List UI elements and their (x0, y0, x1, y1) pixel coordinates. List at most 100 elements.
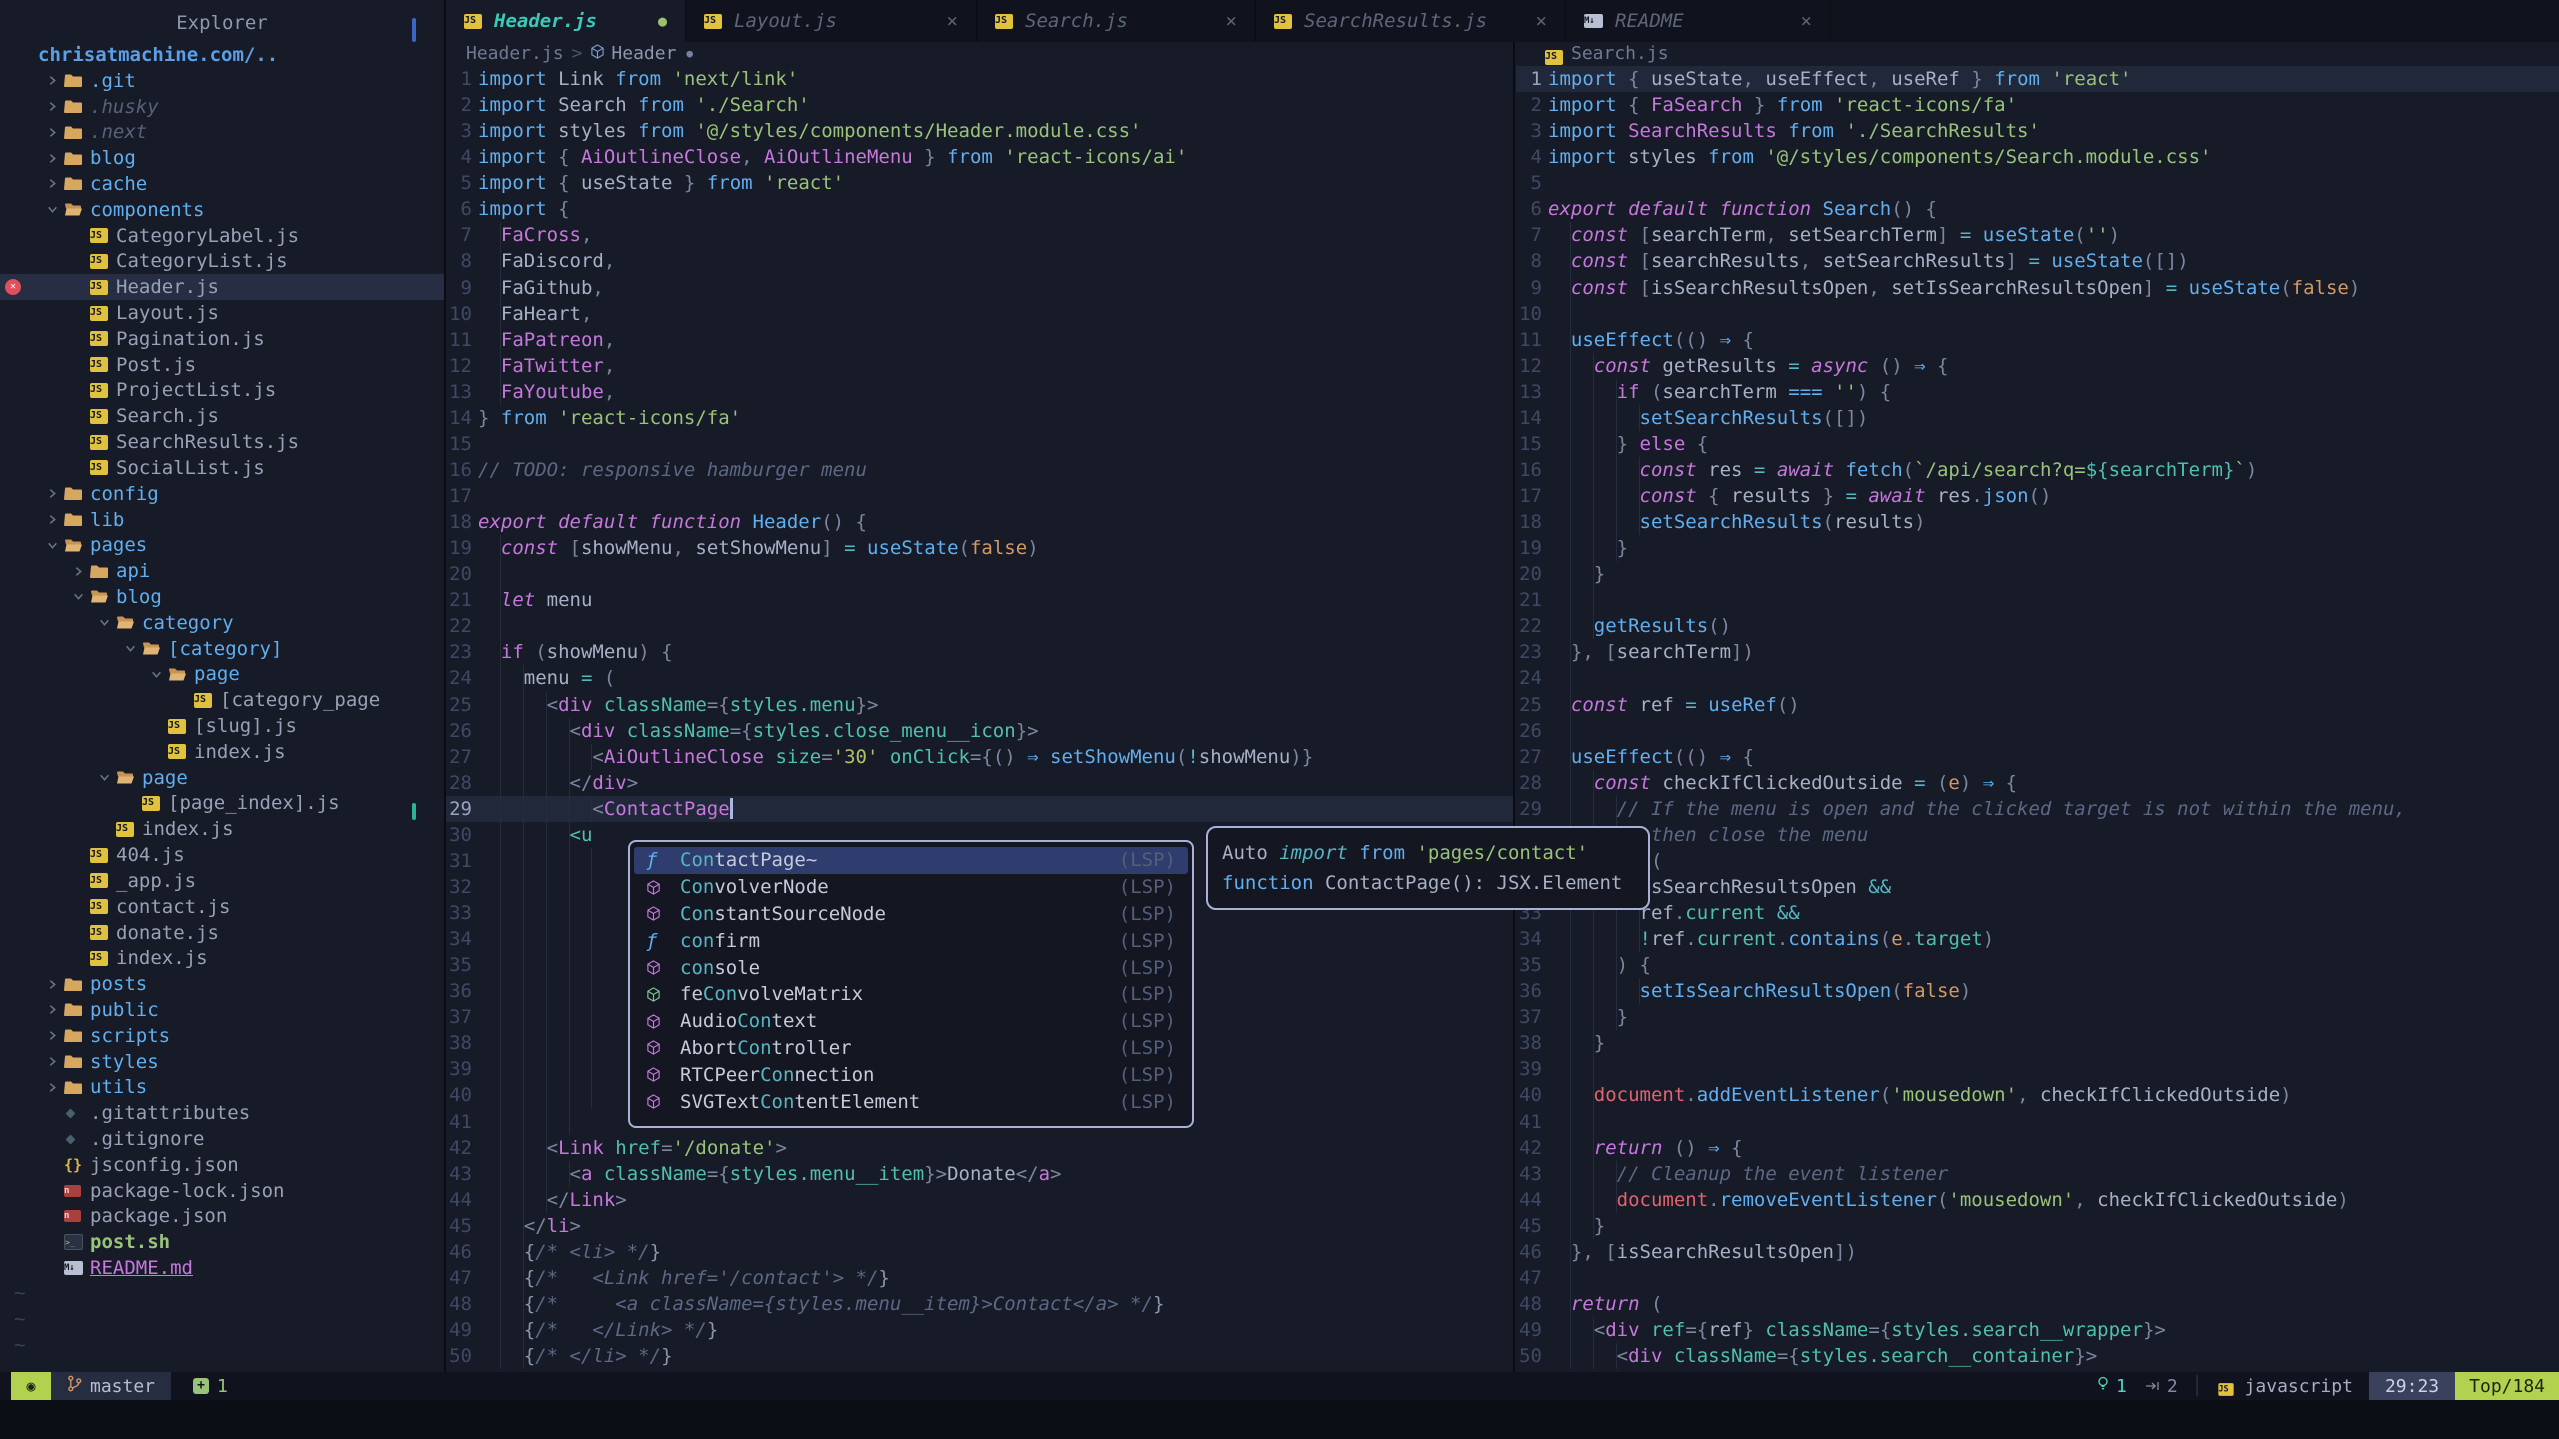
search-js-line-8[interactable]: 8 const [searchResults, setSearchResults… (1516, 248, 2559, 274)
pane-separator[interactable] (1513, 42, 1515, 1372)
header-js-line-26[interactable]: 26 <div className={styles.close_menu__ic… (446, 718, 1513, 744)
completion-item[interactable]: AbortController(LSP) (634, 1035, 1188, 1062)
editor-pane-search-js[interactable]: 1import { useState, useEffect, useRef } … (1516, 66, 2559, 1369)
search-js-line-27[interactable]: 27 useEffect(() ⇒ { (1516, 744, 2559, 770)
chevron-down-icon[interactable] (118, 643, 142, 654)
header-js-line-3[interactable]: 3import styles from '@/styles/components… (446, 118, 1513, 144)
header-js-line-4[interactable]: 4import { AiOutlineClose, AiOutlineMenu … (446, 144, 1513, 170)
search-js-line-47[interactable]: 47 (1516, 1265, 2559, 1291)
search-js-line-5[interactable]: 5 (1516, 170, 2559, 196)
header-js-line-9[interactable]: 9 FaGithub, (446, 275, 1513, 301)
tree-root-folder[interactable]: chrisatmachine.com/.. (0, 42, 444, 68)
header-js-line-5[interactable]: 5import { useState } from 'react' (446, 170, 1513, 196)
header-js-line-21[interactable]: 21 let menu (446, 587, 1513, 613)
completion-item[interactable]: feConvolveMatrix(LSP) (634, 981, 1188, 1008)
tree-item-components[interactable]: components (0, 197, 444, 223)
header-js-line-19[interactable]: 19 const [showMenu, setShowMenu] = useSt… (446, 535, 1513, 561)
search-js-line-34[interactable]: 34 !ref.current.contains(e.target) (1516, 926, 2559, 952)
search-js-line-32[interactable]: 32 isSearchResultsOpen && (1516, 874, 2559, 900)
tree-item-lib[interactable]: lib (0, 507, 444, 533)
header-js-line-1[interactable]: 1import Link from 'next/link' (446, 66, 1513, 92)
search-js-line-37[interactable]: 37 } (1516, 1004, 2559, 1030)
git-branch-segment[interactable]: master (51, 1372, 171, 1400)
search-js-line-23[interactable]: 23 }, [searchTerm]) (1516, 639, 2559, 665)
tree-item-post-sh[interactable]: >_post.sh (0, 1229, 444, 1255)
chevron-down-icon[interactable] (144, 669, 168, 680)
search-js-line-14[interactable]: 14 setSearchResults([]) (1516, 405, 2559, 431)
header-js-line-45[interactable]: 45 </li> (446, 1213, 1513, 1239)
tab-layout-js[interactable]: JSLayout.js× (686, 0, 977, 42)
chevron-down-icon[interactable] (92, 617, 116, 628)
header-js-line-27[interactable]: 27 <AiOutlineClose size='30' onClick={()… (446, 744, 1513, 770)
header-js-line-28[interactable]: 28 </div> (446, 770, 1513, 796)
tree-item-header-js[interactable]: ✕JSHeader.js (0, 274, 444, 300)
cursor-position[interactable]: 29:23 (2369, 1372, 2455, 1400)
header-js-line-42[interactable]: 42 <Link href='/donate'> (446, 1135, 1513, 1161)
search-js-line-9[interactable]: 9 const [isSearchResultsOpen, setIsSearc… (1516, 275, 2559, 301)
header-js-line-18[interactable]: 18export default function Header() { (446, 509, 1513, 535)
header-js-line-43[interactable]: 43 <a className={styles.menu__item}>Dona… (446, 1161, 1513, 1187)
header-js-line-22[interactable]: 22 (446, 613, 1513, 639)
tree-item--gitignore[interactable]: .gitignore (0, 1126, 444, 1152)
header-js-line-44[interactable]: 44 </Link> (446, 1187, 1513, 1213)
completion-item[interactable]: ƒContactPage~(LSP) (634, 847, 1188, 874)
search-js-line-44[interactable]: 44 document.removeEventListener('mousedo… (1516, 1187, 2559, 1213)
search-js-line-24[interactable]: 24 (1516, 665, 2559, 691)
tree-item-categorylabel-js[interactable]: JSCategoryLabel.js (0, 223, 444, 249)
tree-item-pages[interactable]: pages (0, 532, 444, 558)
header-js-line-24[interactable]: 24 menu = ( (446, 665, 1513, 691)
header-js-line-48[interactable]: 48 {/* <a className={styles.menu__item}>… (446, 1291, 1513, 1317)
header-js-line-49[interactable]: 49 {/* </Link> */} (446, 1317, 1513, 1343)
search-js-line-4[interactable]: 4import styles from '@/styles/components… (1516, 144, 2559, 170)
chevron-right-icon[interactable] (40, 1056, 64, 1067)
search-js-line-38[interactable]: 38 } (1516, 1030, 2559, 1056)
tree-item-config[interactable]: config (0, 481, 444, 507)
tree-item-cache[interactable]: cache (0, 171, 444, 197)
close-icon[interactable]: × (947, 10, 958, 32)
chevron-down-icon[interactable] (40, 540, 64, 551)
search-js-line-42[interactable]: 42 return () ⇒ { (1516, 1135, 2559, 1161)
search-js-line-10[interactable]: 10 (1516, 301, 2559, 327)
search-js-line-7[interactable]: 7 const [searchTerm, setSearchTerm] = us… (1516, 222, 2559, 248)
chevron-right-icon[interactable] (40, 1004, 64, 1015)
search-js-line-41[interactable]: 41 (1516, 1109, 2559, 1135)
tree-item--page-index--js[interactable]: JS[page_index].js (0, 791, 444, 817)
search-js-line-26[interactable]: 26 (1516, 718, 2559, 744)
completion-item[interactable]: ConstantSourceNode(LSP) (634, 901, 1188, 928)
search-js-line-17[interactable]: 17 const { results } = await res.json() (1516, 483, 2559, 509)
tree-item-public[interactable]: public (0, 997, 444, 1023)
chevron-right-icon[interactable] (40, 178, 64, 189)
tree-item-api[interactable]: api (0, 558, 444, 584)
tree-item-blog[interactable]: blog (0, 145, 444, 171)
header-js-line-20[interactable]: 20 (446, 561, 1513, 587)
search-js-line-39[interactable]: 39 (1516, 1056, 2559, 1082)
search-js-line-45[interactable]: 45 } (1516, 1213, 2559, 1239)
sidebar-separator[interactable] (444, 0, 446, 1372)
chevron-right-icon[interactable] (40, 1082, 64, 1093)
search-js-line-43[interactable]: 43 // Cleanup the event listener (1516, 1161, 2559, 1187)
close-icon[interactable]: × (1226, 10, 1237, 32)
completion-item[interactable]: ƒconfirm(LSP) (634, 927, 1188, 954)
tree-item-layout-js[interactable]: JSLayout.js (0, 300, 444, 326)
tab-readme[interactable]: M↓README× (1566, 0, 1831, 42)
tree-item-sociallist-js[interactable]: JSSocialList.js (0, 455, 444, 481)
completion-item[interactable]: ConvolverNode(LSP) (634, 874, 1188, 901)
chevron-right-icon[interactable] (40, 153, 64, 164)
tree-item--git[interactable]: .git (0, 68, 444, 94)
chevron-right-icon[interactable] (40, 75, 64, 86)
search-js-line-12[interactable]: 12 const getResults = async () ⇒ { (1516, 353, 2559, 379)
tree-item--husky[interactable]: .husky (0, 94, 444, 120)
search-js-line-18[interactable]: 18 setSearchResults(results) (1516, 509, 2559, 535)
chevron-right-icon[interactable] (40, 127, 64, 138)
search-js-line-36[interactable]: 36 setIsSearchResultsOpen(false) (1516, 978, 2559, 1004)
tree-item--category-[interactable]: [category] (0, 636, 444, 662)
tab-search-js[interactable]: JSSearch.js× (977, 0, 1256, 42)
search-js-line-3[interactable]: 3import SearchResults from './SearchResu… (1516, 118, 2559, 144)
chevron-down-icon[interactable] (92, 772, 116, 783)
search-js-line-16[interactable]: 16 const res = await fetch(`/api/search?… (1516, 457, 2559, 483)
search-js-line-13[interactable]: 13 if (searchTerm === '') { (1516, 379, 2559, 405)
scroll-progress[interactable]: Top/184 (2455, 1372, 2559, 1400)
header-js-line-15[interactable]: 15 (446, 431, 1513, 457)
tree-item-search-js[interactable]: JSSearch.js (0, 403, 444, 429)
editor-pane-header-js[interactable]: 1import Link from 'next/link'2import Sea… (446, 66, 1513, 1369)
